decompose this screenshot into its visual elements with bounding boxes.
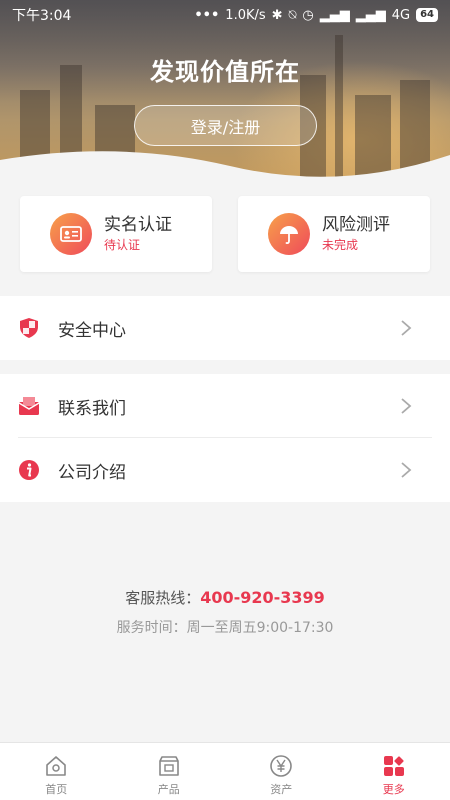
mail-icon <box>18 395 40 417</box>
signal-icon: ▂▄▆ <box>319 7 350 23</box>
status-indicators: ••• 1.0K/s ✱ ⍉ ◷ ▂▄▆ ▂▄▆ 4G 64 <box>194 8 438 23</box>
signal-icon: ▂▄▆ <box>355 7 386 23</box>
tab-assets[interactable]: 资产 <box>225 743 338 800</box>
umbrella-icon <box>268 213 310 255</box>
tab-label: 首页 <box>45 783 68 796</box>
slogan: 发现价值所在 <box>150 58 300 86</box>
mute-icon: ⍉ <box>288 7 297 23</box>
status-time: 下午3:04 <box>12 8 72 24</box>
tab-products[interactable]: 产品 <box>113 743 226 800</box>
menu-label: 公司介绍 <box>58 462 126 483</box>
product-box-icon <box>156 753 182 779</box>
tab-home[interactable]: 首页 <box>0 743 113 800</box>
hotline: 客服热线：400-920-3399 <box>0 587 450 608</box>
net-speed: 1.0K/s <box>225 7 266 23</box>
chevron-right-icon <box>401 398 412 414</box>
hotline-label: 客服热线： <box>125 589 201 607</box>
card-title: 实名认证 <box>104 215 172 235</box>
info-icon <box>18 459 40 481</box>
menu-label: 联系我们 <box>58 398 126 419</box>
more-grid-icon <box>381 753 407 779</box>
battery-icon: 64 <box>416 8 438 22</box>
bottom-tab-bar: 首页 产品 资产 更多 <box>0 742 450 800</box>
tab-label: 资产 <box>270 783 293 796</box>
tab-label: 产品 <box>157 783 180 796</box>
card-title: 风险测评 <box>322 215 390 235</box>
menu-item-contact[interactable]: 联系我们 <box>0 374 450 438</box>
menu-item-about[interactable]: 公司介绍 <box>0 438 450 502</box>
bluetooth-icon: ✱ <box>271 7 283 23</box>
menu-label: 安全中心 <box>58 320 126 341</box>
chevron-right-icon <box>401 320 412 336</box>
realname-verify-card[interactable]: 实名认证 待认证 <box>20 196 212 272</box>
security-section: 安全中心 <box>0 296 450 360</box>
login-register-button[interactable]: 登录/注册 <box>134 105 317 146</box>
network-type: 4G <box>391 7 411 23</box>
status-bar: 下午3:04 ••• 1.0K/s ✱ ⍉ ◷ ▂▄▆ ▂▄▆ 4G 64 <box>0 0 450 30</box>
info-section: 联系我们 公司介绍 <box>0 374 450 502</box>
menu-item-security[interactable]: 安全中心 <box>0 296 450 360</box>
service-hours: 服务时间：周一至周五9:00-17:30 <box>116 620 334 636</box>
risk-assessment-card[interactable]: 风险测评 未完成 <box>238 196 430 272</box>
chevron-right-icon <box>401 462 412 478</box>
tab-label: 更多 <box>382 783 405 796</box>
hotline-number[interactable]: 400-920-3399 <box>200 588 325 607</box>
alarm-icon: ◷ <box>302 7 314 23</box>
tab-more[interactable]: 更多 <box>338 743 450 800</box>
more-dots-icon: ••• <box>194 7 220 23</box>
id-card-icon <box>50 213 92 255</box>
home-icon <box>43 753 69 779</box>
shield-icon <box>18 317 40 339</box>
yen-coin-icon <box>268 753 294 779</box>
card-status: 待认证 <box>104 238 141 252</box>
card-status: 未完成 <box>322 238 359 252</box>
